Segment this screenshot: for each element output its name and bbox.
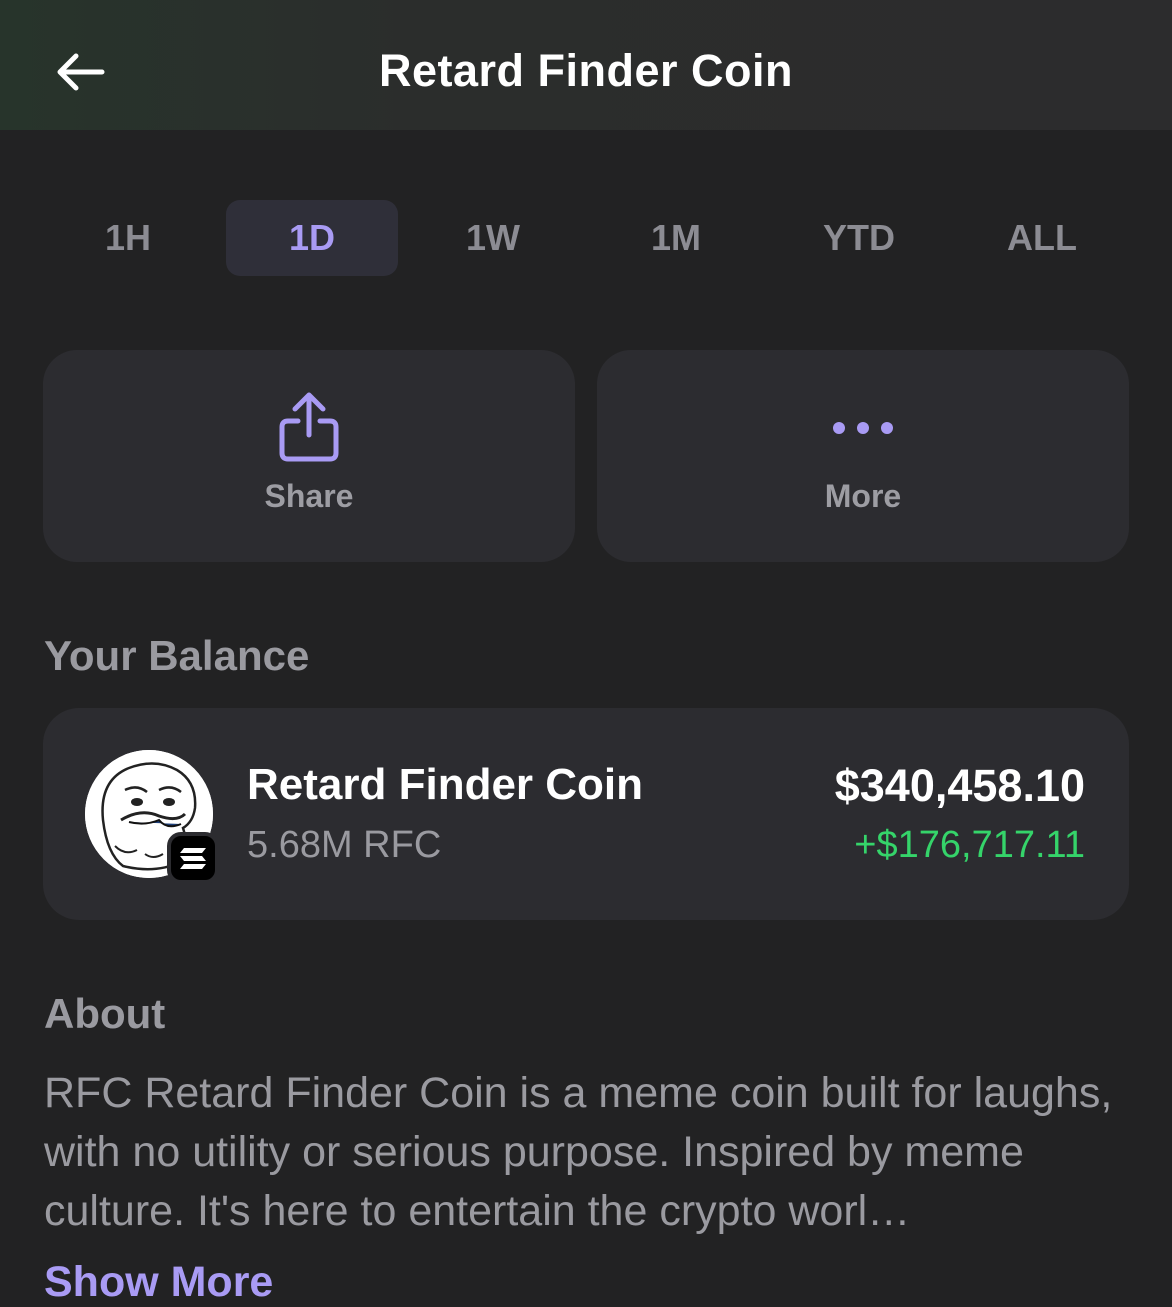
usd-value: $340,458.10 <box>834 760 1085 811</box>
tab-1h[interactable]: 1H <box>42 200 214 276</box>
value-change: +$176,717.11 <box>854 824 1085 866</box>
tab-1d[interactable]: 1D <box>226 200 398 276</box>
coin-amount: 5.68M RFC <box>247 824 442 866</box>
balance-section-title: Your Balance <box>44 632 310 679</box>
coin-name: Retard Finder Coin <box>247 760 644 809</box>
share-label: Share <box>264 478 354 514</box>
tab-1w[interactable]: 1W <box>407 200 579 276</box>
about-section-title: About <box>44 990 166 1037</box>
share-icon <box>279 392 339 462</box>
about-description: RFC Retard Finder Coin is a meme coin bu… <box>44 1069 1113 1235</box>
back-button[interactable] <box>40 36 120 108</box>
tab-1m[interactable]: 1M <box>590 200 762 276</box>
show-more-link[interactable]: Show More <box>44 1258 273 1307</box>
tab-ytd[interactable]: YTD <box>773 200 945 276</box>
share-button[interactable]: Share <box>43 350 575 562</box>
arrow-left-icon <box>57 53 105 91</box>
tab-all[interactable]: ALL <box>956 200 1128 276</box>
page-title: Retard Finder Coin <box>378 45 794 96</box>
more-button[interactable]: More <box>597 350 1129 562</box>
more-dots-icon <box>833 422 893 434</box>
more-label: More <box>824 478 902 514</box>
solana-icon <box>167 832 219 884</box>
timeframe-tabs: 1H 1D 1W 1M YTD ALL <box>36 200 1136 276</box>
balance-card[interactable]: Retard Finder Coin 5.68M RFC $340,458.10… <box>43 708 1129 920</box>
